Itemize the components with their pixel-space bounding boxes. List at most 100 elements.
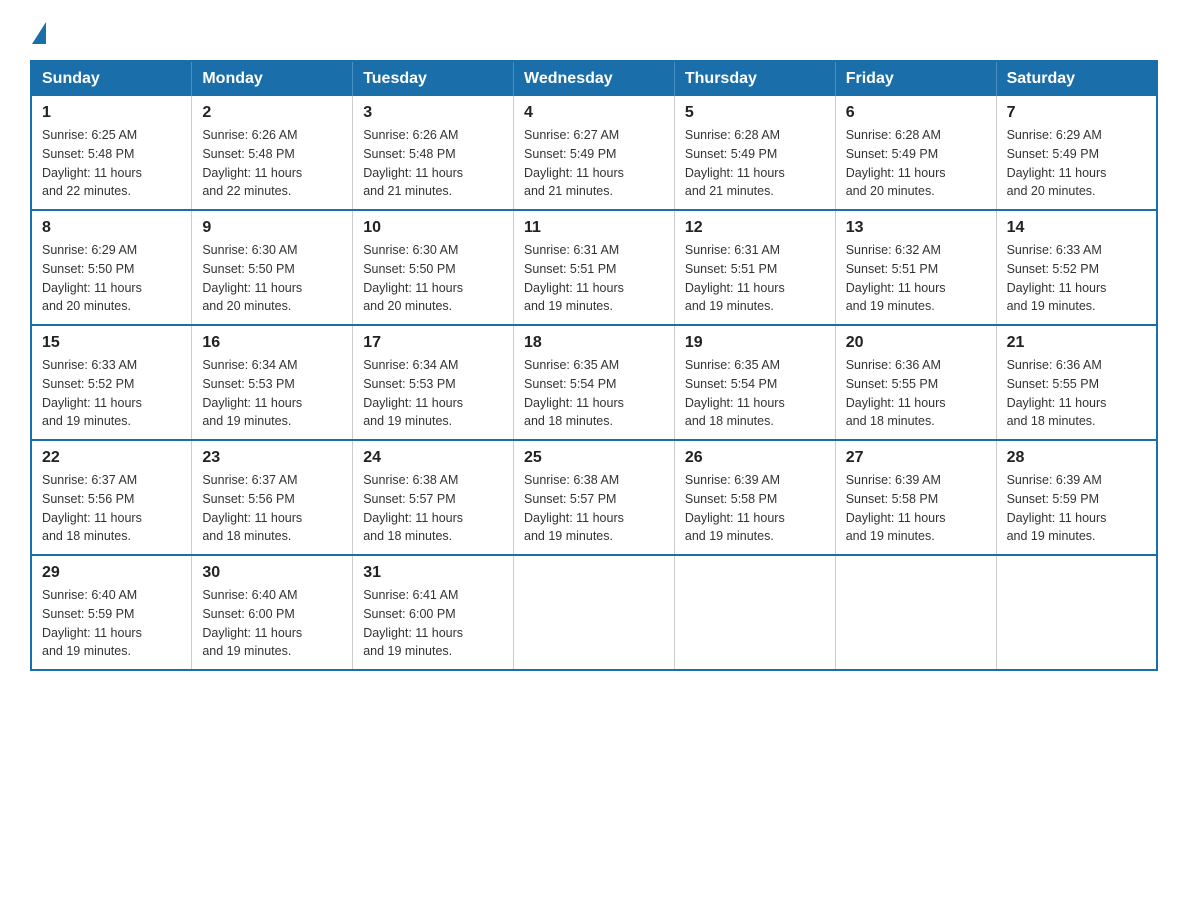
day-info: Sunrise: 6:33 AMSunset: 5:52 PMDaylight:… bbox=[1007, 243, 1107, 313]
calendar-cell: 15 Sunrise: 6:33 AMSunset: 5:52 PMDaylig… bbox=[31, 325, 192, 440]
calendar-week-row: 15 Sunrise: 6:33 AMSunset: 5:52 PMDaylig… bbox=[31, 325, 1157, 440]
calendar-cell: 18 Sunrise: 6:35 AMSunset: 5:54 PMDaylig… bbox=[514, 325, 675, 440]
day-number: 10 bbox=[363, 219, 503, 237]
weekday-header-friday: Friday bbox=[835, 61, 996, 96]
calendar-cell: 6 Sunrise: 6:28 AMSunset: 5:49 PMDayligh… bbox=[835, 96, 996, 210]
day-number: 13 bbox=[846, 219, 986, 237]
calendar-cell: 7 Sunrise: 6:29 AMSunset: 5:49 PMDayligh… bbox=[996, 96, 1157, 210]
calendar-cell: 13 Sunrise: 6:32 AMSunset: 5:51 PMDaylig… bbox=[835, 210, 996, 325]
day-number: 15 bbox=[42, 334, 181, 352]
day-info: Sunrise: 6:30 AMSunset: 5:50 PMDaylight:… bbox=[363, 243, 463, 313]
calendar-cell: 11 Sunrise: 6:31 AMSunset: 5:51 PMDaylig… bbox=[514, 210, 675, 325]
day-number: 7 bbox=[1007, 104, 1146, 122]
calendar-cell: 24 Sunrise: 6:38 AMSunset: 5:57 PMDaylig… bbox=[353, 440, 514, 555]
day-number: 18 bbox=[524, 334, 664, 352]
calendar-week-row: 22 Sunrise: 6:37 AMSunset: 5:56 PMDaylig… bbox=[31, 440, 1157, 555]
day-info: Sunrise: 6:33 AMSunset: 5:52 PMDaylight:… bbox=[42, 358, 142, 428]
day-info: Sunrise: 6:39 AMSunset: 5:59 PMDaylight:… bbox=[1007, 473, 1107, 543]
day-info: Sunrise: 6:38 AMSunset: 5:57 PMDaylight:… bbox=[363, 473, 463, 543]
calendar-table: SundayMondayTuesdayWednesdayThursdayFrid… bbox=[30, 60, 1158, 671]
calendar-cell: 22 Sunrise: 6:37 AMSunset: 5:56 PMDaylig… bbox=[31, 440, 192, 555]
weekday-header-tuesday: Tuesday bbox=[353, 61, 514, 96]
calendar-cell: 3 Sunrise: 6:26 AMSunset: 5:48 PMDayligh… bbox=[353, 96, 514, 210]
day-info: Sunrise: 6:32 AMSunset: 5:51 PMDaylight:… bbox=[846, 243, 946, 313]
calendar-cell: 25 Sunrise: 6:38 AMSunset: 5:57 PMDaylig… bbox=[514, 440, 675, 555]
calendar-week-row: 8 Sunrise: 6:29 AMSunset: 5:50 PMDayligh… bbox=[31, 210, 1157, 325]
weekday-header-sunday: Sunday bbox=[31, 61, 192, 96]
day-info: Sunrise: 6:40 AMSunset: 5:59 PMDaylight:… bbox=[42, 588, 142, 658]
day-number: 29 bbox=[42, 564, 181, 582]
calendar-cell: 8 Sunrise: 6:29 AMSunset: 5:50 PMDayligh… bbox=[31, 210, 192, 325]
page-header bbox=[30, 20, 1158, 42]
day-number: 4 bbox=[524, 104, 664, 122]
day-info: Sunrise: 6:40 AMSunset: 6:00 PMDaylight:… bbox=[202, 588, 302, 658]
weekday-header-thursday: Thursday bbox=[674, 61, 835, 96]
day-info: Sunrise: 6:34 AMSunset: 5:53 PMDaylight:… bbox=[202, 358, 302, 428]
day-info: Sunrise: 6:36 AMSunset: 5:55 PMDaylight:… bbox=[1007, 358, 1107, 428]
day-number: 30 bbox=[202, 564, 342, 582]
day-number: 28 bbox=[1007, 449, 1146, 467]
day-info: Sunrise: 6:38 AMSunset: 5:57 PMDaylight:… bbox=[524, 473, 624, 543]
day-info: Sunrise: 6:28 AMSunset: 5:49 PMDaylight:… bbox=[685, 128, 785, 198]
day-number: 12 bbox=[685, 219, 825, 237]
day-info: Sunrise: 6:37 AMSunset: 5:56 PMDaylight:… bbox=[42, 473, 142, 543]
calendar-cell: 23 Sunrise: 6:37 AMSunset: 5:56 PMDaylig… bbox=[192, 440, 353, 555]
weekday-header-monday: Monday bbox=[192, 61, 353, 96]
calendar-cell: 4 Sunrise: 6:27 AMSunset: 5:49 PMDayligh… bbox=[514, 96, 675, 210]
day-number: 31 bbox=[363, 564, 503, 582]
weekday-header-row: SundayMondayTuesdayWednesdayThursdayFrid… bbox=[31, 61, 1157, 96]
day-number: 2 bbox=[202, 104, 342, 122]
calendar-cell: 12 Sunrise: 6:31 AMSunset: 5:51 PMDaylig… bbox=[674, 210, 835, 325]
day-number: 8 bbox=[42, 219, 181, 237]
day-info: Sunrise: 6:39 AMSunset: 5:58 PMDaylight:… bbox=[846, 473, 946, 543]
day-number: 17 bbox=[363, 334, 503, 352]
calendar-cell bbox=[996, 555, 1157, 670]
calendar-cell: 5 Sunrise: 6:28 AMSunset: 5:49 PMDayligh… bbox=[674, 96, 835, 210]
day-info: Sunrise: 6:34 AMSunset: 5:53 PMDaylight:… bbox=[363, 358, 463, 428]
day-number: 27 bbox=[846, 449, 986, 467]
day-info: Sunrise: 6:31 AMSunset: 5:51 PMDaylight:… bbox=[685, 243, 785, 313]
calendar-cell: 1 Sunrise: 6:25 AMSunset: 5:48 PMDayligh… bbox=[31, 96, 192, 210]
day-info: Sunrise: 6:26 AMSunset: 5:48 PMDaylight:… bbox=[363, 128, 463, 198]
calendar-cell: 28 Sunrise: 6:39 AMSunset: 5:59 PMDaylig… bbox=[996, 440, 1157, 555]
day-number: 21 bbox=[1007, 334, 1146, 352]
day-info: Sunrise: 6:35 AMSunset: 5:54 PMDaylight:… bbox=[524, 358, 624, 428]
day-info: Sunrise: 6:29 AMSunset: 5:50 PMDaylight:… bbox=[42, 243, 142, 313]
calendar-cell bbox=[514, 555, 675, 670]
day-info: Sunrise: 6:27 AMSunset: 5:49 PMDaylight:… bbox=[524, 128, 624, 198]
weekday-header-wednesday: Wednesday bbox=[514, 61, 675, 96]
day-number: 22 bbox=[42, 449, 181, 467]
day-number: 1 bbox=[42, 104, 181, 122]
calendar-week-row: 1 Sunrise: 6:25 AMSunset: 5:48 PMDayligh… bbox=[31, 96, 1157, 210]
day-info: Sunrise: 6:25 AMSunset: 5:48 PMDaylight:… bbox=[42, 128, 142, 198]
calendar-cell: 31 Sunrise: 6:41 AMSunset: 6:00 PMDaylig… bbox=[353, 555, 514, 670]
calendar-cell: 14 Sunrise: 6:33 AMSunset: 5:52 PMDaylig… bbox=[996, 210, 1157, 325]
calendar-cell: 27 Sunrise: 6:39 AMSunset: 5:58 PMDaylig… bbox=[835, 440, 996, 555]
calendar-cell bbox=[835, 555, 996, 670]
day-number: 23 bbox=[202, 449, 342, 467]
day-info: Sunrise: 6:26 AMSunset: 5:48 PMDaylight:… bbox=[202, 128, 302, 198]
day-info: Sunrise: 6:31 AMSunset: 5:51 PMDaylight:… bbox=[524, 243, 624, 313]
day-number: 24 bbox=[363, 449, 503, 467]
day-info: Sunrise: 6:28 AMSunset: 5:49 PMDaylight:… bbox=[846, 128, 946, 198]
calendar-cell: 29 Sunrise: 6:40 AMSunset: 5:59 PMDaylig… bbox=[31, 555, 192, 670]
day-info: Sunrise: 6:29 AMSunset: 5:49 PMDaylight:… bbox=[1007, 128, 1107, 198]
calendar-cell: 21 Sunrise: 6:36 AMSunset: 5:55 PMDaylig… bbox=[996, 325, 1157, 440]
calendar-cell: 2 Sunrise: 6:26 AMSunset: 5:48 PMDayligh… bbox=[192, 96, 353, 210]
day-number: 25 bbox=[524, 449, 664, 467]
day-info: Sunrise: 6:41 AMSunset: 6:00 PMDaylight:… bbox=[363, 588, 463, 658]
day-number: 14 bbox=[1007, 219, 1146, 237]
day-number: 6 bbox=[846, 104, 986, 122]
calendar-cell: 10 Sunrise: 6:30 AMSunset: 5:50 PMDaylig… bbox=[353, 210, 514, 325]
logo-triangle-icon bbox=[32, 22, 46, 44]
calendar-cell: 9 Sunrise: 6:30 AMSunset: 5:50 PMDayligh… bbox=[192, 210, 353, 325]
day-info: Sunrise: 6:39 AMSunset: 5:58 PMDaylight:… bbox=[685, 473, 785, 543]
calendar-cell bbox=[674, 555, 835, 670]
day-number: 3 bbox=[363, 104, 503, 122]
calendar-cell: 16 Sunrise: 6:34 AMSunset: 5:53 PMDaylig… bbox=[192, 325, 353, 440]
day-number: 16 bbox=[202, 334, 342, 352]
day-info: Sunrise: 6:35 AMSunset: 5:54 PMDaylight:… bbox=[685, 358, 785, 428]
day-info: Sunrise: 6:30 AMSunset: 5:50 PMDaylight:… bbox=[202, 243, 302, 313]
weekday-header-saturday: Saturday bbox=[996, 61, 1157, 96]
day-number: 9 bbox=[202, 219, 342, 237]
